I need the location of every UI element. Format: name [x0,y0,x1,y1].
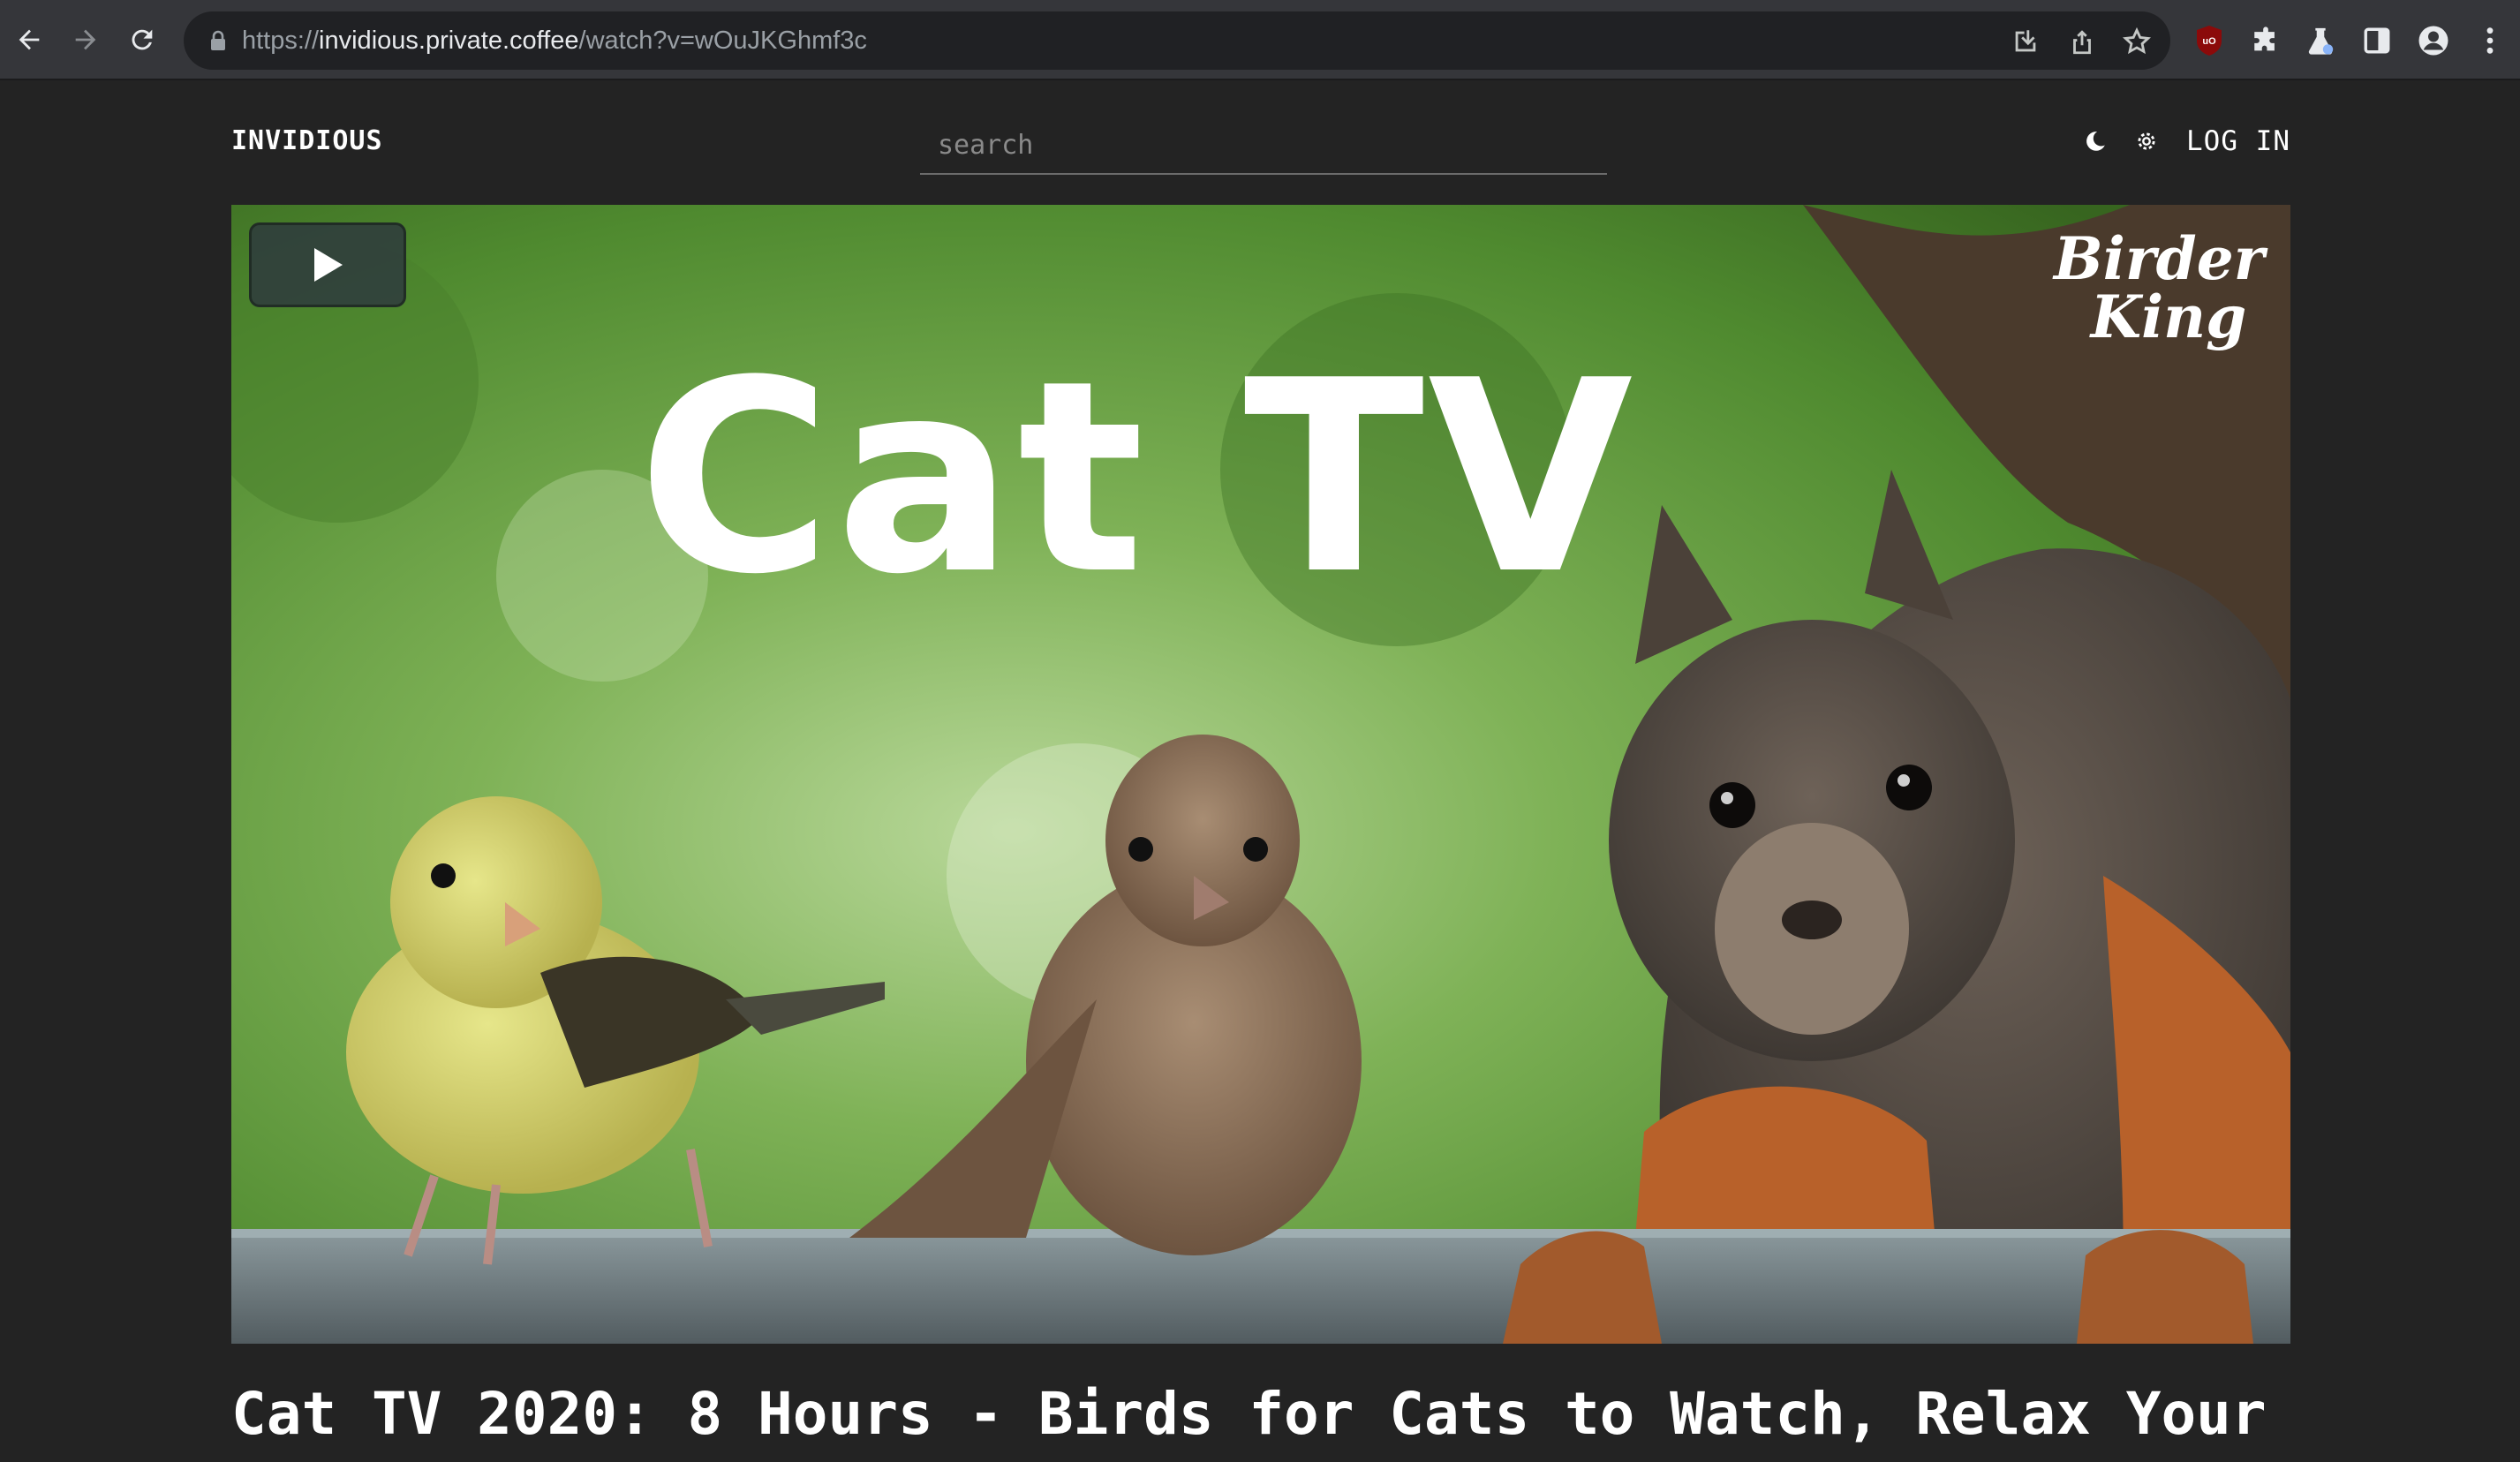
forward-icon [75,29,96,50]
menu-dots-icon[interactable] [2471,21,2509,60]
theme-toggle-button[interactable] [2079,124,2112,159]
ublock-icon[interactable]: uO [2190,21,2229,60]
ublock-label: uO [2202,36,2216,47]
side-panel-icon[interactable] [2358,21,2396,60]
site-logo[interactable]: INVIDIOUS [231,124,383,159]
search-box [920,117,1607,175]
play-button[interactable] [249,222,406,307]
settings-button[interactable] [2130,124,2163,159]
forward-button[interactable] [64,18,108,62]
browser-toolbar: https://invidious.private.coffee/watch?v… [0,0,2520,80]
thumbnail-title: Cat TV [638,324,1637,632]
reload-button[interactable] [120,18,164,62]
back-icon [19,29,40,50]
url-text: https://invidious.private.coffee/watch?v… [242,24,867,57]
back-button[interactable] [7,18,51,62]
labs-flask-icon[interactable] [2301,21,2340,60]
site-header: INVIDIOUS LOG IN [231,106,2290,185]
url-host: invidious.private.coffee [319,26,579,55]
gear-icon [2138,132,2155,150]
url-scheme: https:// [242,26,320,55]
reload-icon [132,29,153,50]
channel-watermark: Birder King [2054,230,2265,351]
share-icon[interactable] [2066,26,2098,57]
profile-icon[interactable] [2414,21,2453,60]
extensions-icon[interactable] [2246,21,2285,60]
search-input[interactable] [920,117,1607,173]
bookmark-star-icon[interactable] [2121,26,2153,57]
lock-icon[interactable] [207,29,230,52]
url-path: /watch?v=wOuJKGhmf3c [578,26,867,55]
video-title: Cat TV 2020: 8 Hours - Birds for Cats to… [231,1380,2267,1448]
address-bar[interactable]: https://invidious.private.coffee/watch?v… [184,11,2170,70]
video-player[interactable]: Cat TV Birder King [231,205,2290,1344]
brand-line2: King [2090,283,2247,351]
login-link[interactable]: LOG IN [2186,124,2290,159]
moon-icon [2086,132,2105,151]
play-icon [314,248,343,282]
install-icon[interactable] [2010,26,2041,57]
